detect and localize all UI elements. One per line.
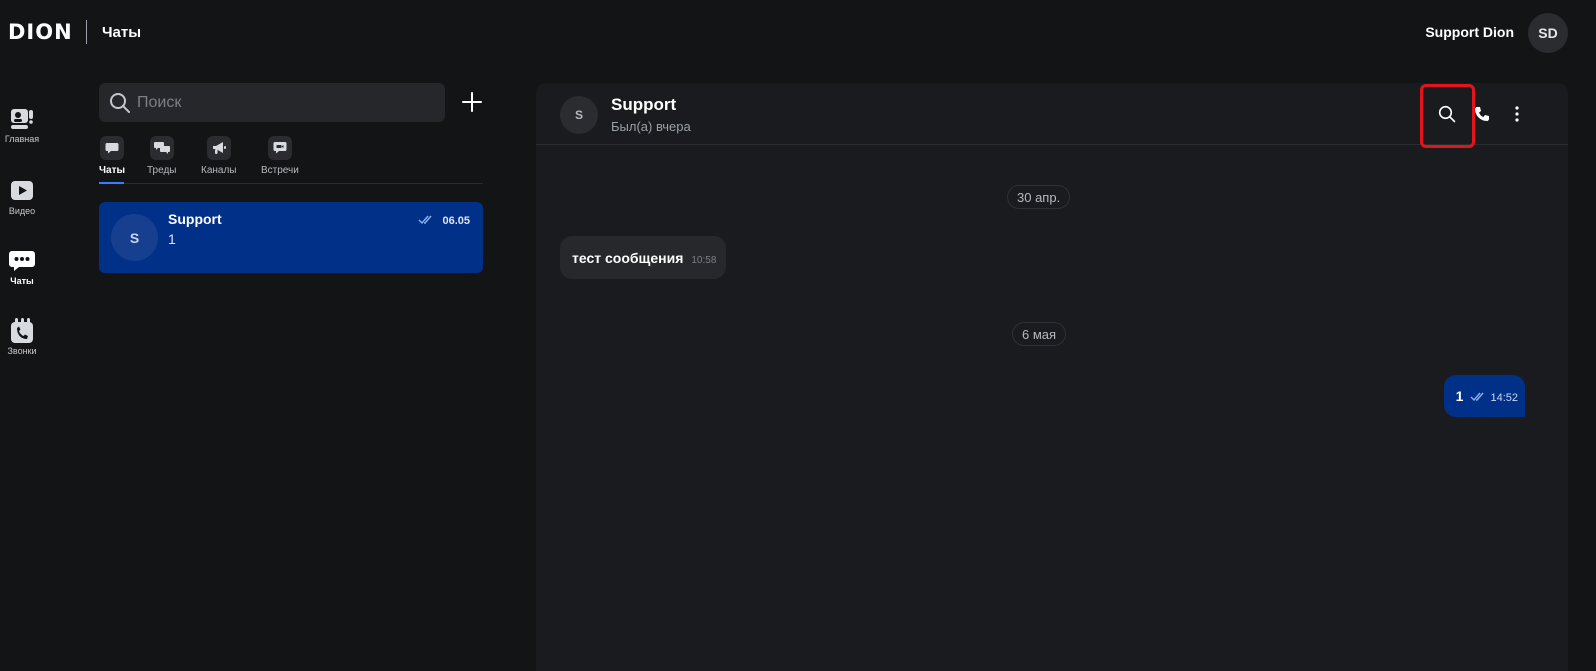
chat-name: Support <box>168 211 222 227</box>
message-outgoing[interactable]: 1 14:52 <box>1443 375 1525 417</box>
rail-label-chats: Чаты <box>10 276 34 286</box>
contact-avatar[interactable]: S <box>560 96 598 134</box>
double-check-icon <box>418 212 436 230</box>
top-bar: DION Чаты Support Dion SD <box>0 0 1596 64</box>
logo-separator <box>86 20 87 44</box>
message-incoming[interactable]: тест сообщения 10:58 <box>560 236 727 279</box>
section-title: Чаты <box>102 24 142 41</box>
search-input[interactable] <box>137 83 427 122</box>
threads-icon <box>149 136 174 160</box>
more-vertical-icon <box>1515 106 1519 122</box>
chat-date: 06.05 <box>442 215 470 227</box>
message-text: тест сообщения <box>572 249 684 266</box>
new-chat-button[interactable] <box>459 89 485 115</box>
tab-threads[interactable]: Треды <box>147 136 176 176</box>
tab-channels[interactable]: Каналы <box>201 136 237 176</box>
video-conference-icon <box>9 106 35 132</box>
rail-item-video[interactable]: Видео <box>0 178 44 216</box>
search-in-chat-button[interactable] <box>1433 99 1461 129</box>
rail-item-calls[interactable]: Звонки <box>0 318 44 356</box>
date-divider: 30 апр. <box>1007 185 1071 209</box>
call-button[interactable] <box>1468 99 1496 129</box>
play-icon <box>9 178 35 204</box>
date-divider: 6 мая <box>1012 322 1067 346</box>
message-text: 1 <box>1455 388 1464 404</box>
megaphone-icon <box>206 136 231 160</box>
tab-label-channels: Каналы <box>201 165 237 176</box>
tab-label-threads: Треды <box>147 165 177 176</box>
chat-bubble-icon <box>100 136 125 160</box>
conversation-panel: S Support Был(а) вчера 30 апр. тест сооб… <box>536 83 1568 671</box>
chat-list-item[interactable]: S Support 1 06.05 <box>99 202 483 273</box>
chat-icon <box>9 248 35 274</box>
message-time: 10:58 <box>691 255 717 266</box>
rail-label-home: Главная <box>4 134 40 144</box>
user-avatar[interactable]: SD <box>1528 13 1568 53</box>
chat-avatar: S <box>111 214 158 261</box>
conversation-header: S Support Был(а) вчера <box>536 83 1568 148</box>
search-box[interactable] <box>99 83 445 122</box>
message-time: 14:52 <box>1490 392 1518 404</box>
rail-label-calls: Звонки <box>7 346 37 356</box>
tab-meetings[interactable]: Встречи <box>261 136 299 176</box>
tab-label-meetings: Встречи <box>261 165 299 176</box>
tab-label-chats: Чаты <box>99 165 126 176</box>
contact-name[interactable]: Support <box>611 95 676 115</box>
tab-chats[interactable]: Чаты <box>99 136 125 176</box>
more-options-button[interactable] <box>1503 99 1531 129</box>
double-check-icon <box>1470 389 1487 407</box>
search-icon <box>109 92 131 119</box>
rail-item-home[interactable]: Главная <box>0 106 44 144</box>
chat-tabs: Чаты Треды Каналы Встречи <box>99 136 483 184</box>
active-tab-indicator <box>99 182 124 184</box>
phone-icon <box>1475 107 1489 121</box>
rail-label-video: Видео <box>8 206 36 216</box>
user-name[interactable]: Support Dion <box>1425 24 1514 40</box>
app-window: DION Чаты Support Dion SD Главная Видео … <box>0 0 1596 671</box>
search-icon <box>1438 105 1456 123</box>
meeting-icon <box>267 136 292 160</box>
plus-icon <box>462 92 482 112</box>
calendar-phone-icon <box>9 318 35 344</box>
chat-meta: 06.05 <box>418 212 470 230</box>
rail-item-chats[interactable]: Чаты <box>0 248 44 286</box>
dion-logo[interactable]: DION <box>8 20 73 44</box>
contact-status: Был(а) вчера <box>611 119 691 134</box>
chat-preview: 1 <box>168 231 176 247</box>
